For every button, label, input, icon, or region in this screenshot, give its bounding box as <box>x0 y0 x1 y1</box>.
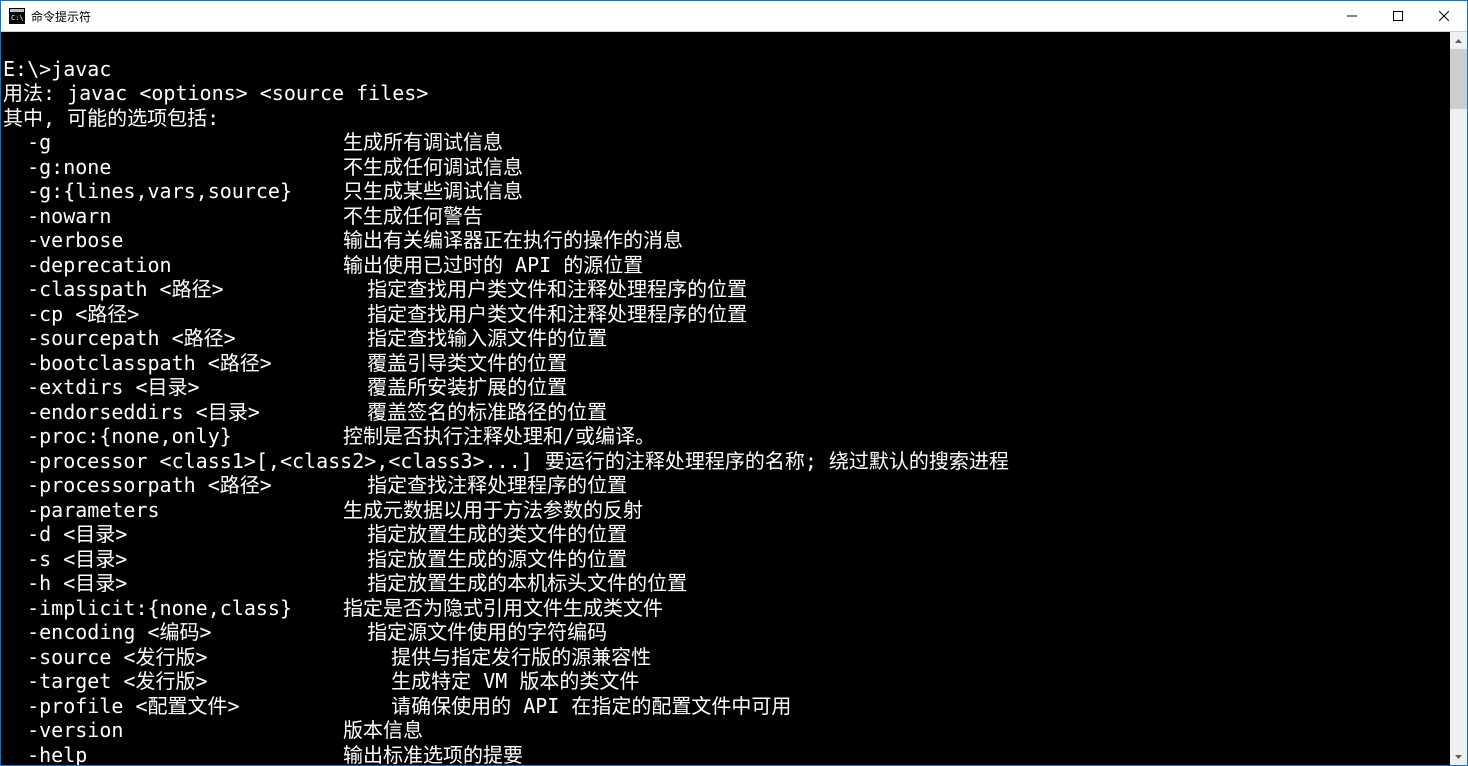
option-desc: 提供与指定发行版的源兼容性 <box>343 645 651 669</box>
window-title: 命令提示符 <box>31 8 91 25</box>
option-desc: 指定查找注释处理程序的位置 <box>343 473 627 497</box>
option-flag: -profile <配置文件> <box>3 694 343 719</box>
option-flag: -nowarn <box>3 204 343 229</box>
svg-text:C:\_: C:\_ <box>11 14 25 22</box>
option-flag: -processorpath <路径> <box>3 473 343 498</box>
option-desc: 控制是否执行注释处理和/或编译。 <box>343 424 655 448</box>
option-desc: 覆盖引导类文件的位置 <box>343 351 567 375</box>
minimize-button[interactable] <box>1329 1 1375 31</box>
option-line: -g:none不生成任何调试信息 <box>3 155 1450 180</box>
cmd-icon: C:\_ <box>9 8 25 24</box>
option-desc: 指定查找输入源文件的位置 <box>343 326 607 350</box>
option-desc: 指定放置生成的类文件的位置 <box>343 522 627 546</box>
option-flag: -g:{lines,vars,source} <box>3 179 343 204</box>
prompt-line: E:\>javac <box>3 57 111 81</box>
option-flag: -proc:{none,only} <box>3 424 343 449</box>
titlebar[interactable]: C:\_ 命令提示符 <box>1 1 1467 32</box>
option-line: -target <发行版> 生成特定 VM 版本的类文件 <box>3 669 1450 694</box>
option-desc: 输出使用已过时的 API 的源位置 <box>343 253 643 277</box>
option-flag: -classpath <路径> <box>3 277 343 302</box>
option-line: -help输出标准选项的提要 <box>3 743 1450 766</box>
option-line: -nowarn不生成任何警告 <box>3 204 1450 229</box>
option-line: -s <目录> 指定放置生成的源文件的位置 <box>3 547 1450 572</box>
option-line: -proc:{none,only}控制是否执行注释处理和/或编译。 <box>3 424 1450 449</box>
option-desc: 生成特定 VM 版本的类文件 <box>343 669 639 693</box>
option-desc: 指定源文件使用的字符编码 <box>343 620 607 644</box>
option-flag: -extdirs <目录> <box>3 375 343 400</box>
option-line: -encoding <编码> 指定源文件使用的字符编码 <box>3 620 1450 645</box>
option-flag: -g:none <box>3 155 343 180</box>
option-desc: 指定是否为隐式引用文件生成类文件 <box>343 596 663 620</box>
client-area: E:\>javac 用法: javac <options> <source fi… <box>1 32 1467 765</box>
option-flag: -s <目录> <box>3 547 343 572</box>
terminal-output[interactable]: E:\>javac 用法: javac <options> <source fi… <box>1 32 1450 765</box>
option-flag: -help <box>3 743 343 766</box>
option-desc: 覆盖签名的标准路径的位置 <box>343 400 607 424</box>
command: javac <box>51 57 111 81</box>
usage-line: 用法: javac <options> <source files> <box>3 81 428 105</box>
option-flag: -implicit:{none,class} <box>3 596 343 621</box>
vertical-scrollbar[interactable] <box>1450 32 1467 765</box>
option-flag: -deprecation <box>3 253 343 278</box>
option-line: -h <目录> 指定放置生成的本机标头文件的位置 <box>3 571 1450 596</box>
option-desc: 生成元数据以用于方法参数的反射 <box>343 498 643 522</box>
option-flag: -source <发行版> <box>3 645 343 670</box>
option-line: -source <发行版> 提供与指定发行版的源兼容性 <box>3 645 1450 670</box>
option-line: -cp <路径> 指定查找用户类文件和注释处理程序的位置 <box>3 302 1450 327</box>
option-line: -parameters生成元数据以用于方法参数的反射 <box>3 498 1450 523</box>
option-line: -endorseddirs <目录> 覆盖签名的标准路径的位置 <box>3 400 1450 425</box>
option-line: -deprecation输出使用已过时的 API 的源位置 <box>3 253 1450 278</box>
scroll-down-arrow[interactable] <box>1450 748 1467 765</box>
option-desc: 输出标准选项的提要 <box>343 743 523 766</box>
option-flag: -target <发行版> <box>3 669 343 694</box>
option-desc: 指定放置生成的源文件的位置 <box>343 547 627 571</box>
option-line: -g:{lines,vars,source}只生成某些调试信息 <box>3 179 1450 204</box>
option-desc: 版本信息 <box>343 718 423 742</box>
option-line: -processor <class1>[,<class2>,<class3>..… <box>3 449 1009 473</box>
command-prompt-window: C:\_ 命令提示符 E:\>javac 用法: javac <options>… <box>0 0 1468 766</box>
option-desc: 覆盖所安装扩展的位置 <box>343 375 567 399</box>
option-desc: 指定放置生成的本机标头文件的位置 <box>343 571 687 595</box>
option-desc: 不生成任何调试信息 <box>343 155 523 179</box>
option-desc: 请确保使用的 API 在指定的配置文件中可用 <box>343 694 791 718</box>
option-flag: -cp <路径> <box>3 302 343 327</box>
empty-line <box>3 32 15 56</box>
option-flag: -parameters <box>3 498 343 523</box>
option-line: -processorpath <路径> 指定查找注释处理程序的位置 <box>3 473 1450 498</box>
option-line: -sourcepath <路径> 指定查找输入源文件的位置 <box>3 326 1450 351</box>
option-line: -implicit:{none,class}指定是否为隐式引用文件生成类文件 <box>3 596 1450 621</box>
header-line: 其中, 可能的选项包括: <box>3 106 219 130</box>
option-line: -verbose输出有关编译器正在执行的操作的消息 <box>3 228 1450 253</box>
option-line: -profile <配置文件> 请确保使用的 API 在指定的配置文件中可用 <box>3 694 1450 719</box>
option-line: -extdirs <目录> 覆盖所安装扩展的位置 <box>3 375 1450 400</box>
option-flag: -d <目录> <box>3 522 343 547</box>
option-flag: -bootclasspath <路径> <box>3 351 343 376</box>
option-desc: 指定查找用户类文件和注释处理程序的位置 <box>343 277 747 301</box>
option-line: -classpath <路径> 指定查找用户类文件和注释处理程序的位置 <box>3 277 1450 302</box>
close-button[interactable] <box>1421 1 1467 31</box>
option-flag: -endorseddirs <目录> <box>3 400 343 425</box>
scroll-thumb[interactable] <box>1450 49 1467 109</box>
option-desc: 指定查找用户类文件和注释处理程序的位置 <box>343 302 747 326</box>
option-flag: -verbose <box>3 228 343 253</box>
option-flag: -encoding <编码> <box>3 620 343 645</box>
option-line: -d <目录> 指定放置生成的类文件的位置 <box>3 522 1450 547</box>
option-flag: -g <box>3 130 343 155</box>
option-flag: -h <目录> <box>3 571 343 596</box>
option-flag: -version <box>3 718 343 743</box>
option-line: -g生成所有调试信息 <box>3 130 1450 155</box>
maximize-button[interactable] <box>1375 1 1421 31</box>
option-line: -bootclasspath <路径> 覆盖引导类文件的位置 <box>3 351 1450 376</box>
option-desc: 不生成任何警告 <box>343 204 483 228</box>
option-desc: 输出有关编译器正在执行的操作的消息 <box>343 228 683 252</box>
prompt: E:\> <box>3 57 51 81</box>
option-flag: -sourcepath <路径> <box>3 326 343 351</box>
option-desc: 生成所有调试信息 <box>343 130 503 154</box>
scroll-up-arrow[interactable] <box>1450 32 1467 49</box>
option-desc: 只生成某些调试信息 <box>343 179 523 203</box>
option-line: -version版本信息 <box>3 718 1450 743</box>
